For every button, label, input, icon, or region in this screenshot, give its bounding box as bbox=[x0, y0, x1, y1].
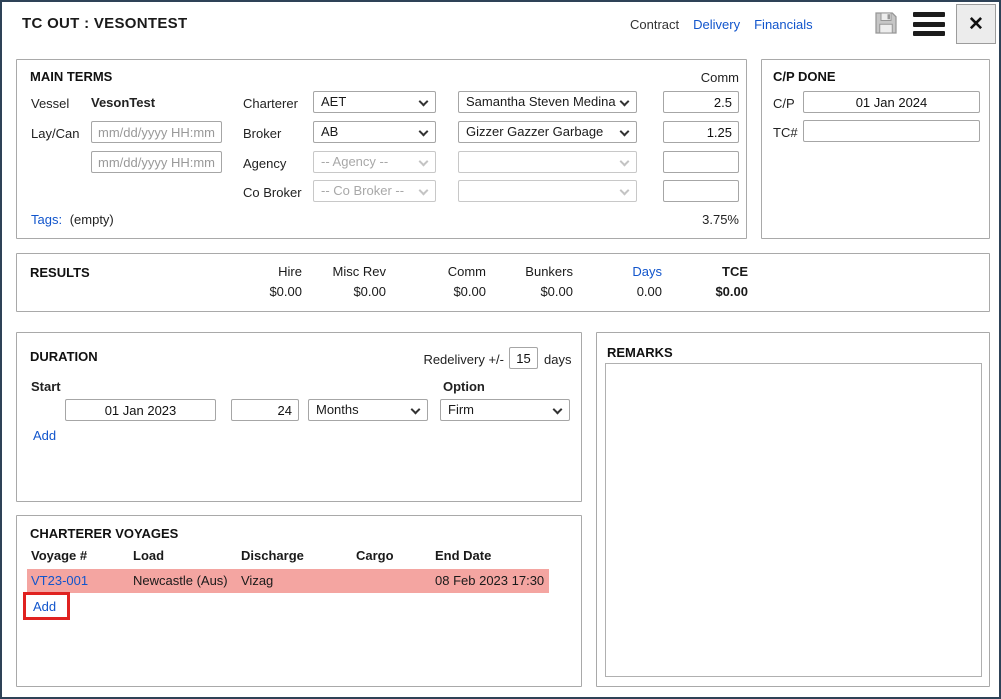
voyage-discharge-cell: Vizag bbox=[241, 569, 273, 593]
days-value: 0.00 bbox=[576, 284, 662, 299]
comm-column-header: Comm bbox=[649, 70, 739, 85]
laycan-from-input[interactable] bbox=[91, 121, 222, 143]
vessel-label: Vessel bbox=[31, 96, 69, 111]
period-unit-select[interactable]: Months bbox=[308, 399, 428, 421]
tags-row: Tags: (empty) bbox=[31, 212, 114, 227]
duration-add-link[interactable]: Add bbox=[33, 428, 56, 443]
start-date-input[interactable] bbox=[65, 399, 216, 421]
option-select[interactable]: Firm bbox=[440, 399, 570, 421]
results-col-tce: TCE $0.00 bbox=[662, 264, 748, 299]
charterer-voyages-title: CHARTERER VOYAGES bbox=[30, 526, 178, 541]
bunkers-value: $0.00 bbox=[487, 284, 573, 299]
option-label: Option bbox=[443, 379, 485, 394]
voyage-number-link[interactable]: VT23-001 bbox=[31, 569, 88, 593]
chevron-down-icon bbox=[620, 97, 630, 107]
chevron-down-icon bbox=[419, 97, 429, 107]
close-icon: ✕ bbox=[968, 13, 984, 36]
menu-button[interactable] bbox=[913, 12, 945, 36]
main-terms-panel: MAIN TERMS Comm Vessel VesonTest Lay/Can… bbox=[16, 59, 747, 239]
total-comm: 3.75% bbox=[649, 212, 739, 227]
tc-out-window: TC OUT : VESONTEST Contract Delivery Fin… bbox=[0, 0, 1001, 699]
voyage-add-link[interactable]: Add bbox=[33, 599, 56, 614]
chevron-down-icon bbox=[553, 405, 563, 415]
broker-comm-input[interactable] bbox=[663, 121, 739, 143]
agency-label: Agency bbox=[243, 156, 286, 171]
main-terms-title: MAIN TERMS bbox=[30, 69, 112, 84]
voyage-end-date-cell: 08 Feb 2023 17:30 bbox=[435, 569, 544, 593]
period-input[interactable] bbox=[231, 399, 299, 421]
vessel-value: VesonTest bbox=[91, 95, 155, 110]
header-icons: ✕ bbox=[870, 4, 996, 44]
charterer-contact-select[interactable]: Samantha Steven Medina bbox=[458, 91, 637, 113]
col-header-end-date: End Date bbox=[435, 548, 491, 563]
page-title: TC OUT : VESONTEST bbox=[22, 15, 187, 32]
tags-value: (empty) bbox=[70, 212, 114, 227]
misc-rev-value: $0.00 bbox=[300, 284, 386, 299]
broker-select[interactable]: AB bbox=[313, 121, 436, 143]
agency-comm-input[interactable] bbox=[663, 151, 739, 173]
results-col-misc-rev: Misc Rev $0.00 bbox=[300, 264, 386, 299]
agency-select[interactable]: -- Agency -- bbox=[313, 151, 436, 173]
charterer-select[interactable]: AET bbox=[313, 91, 436, 113]
laycan-label: Lay/Can bbox=[31, 126, 79, 141]
tab-contract[interactable]: Contract bbox=[630, 17, 679, 32]
broker-contact-select[interactable]: Gizzer Gazzer Garbage bbox=[458, 121, 637, 143]
tc-number-label: TC# bbox=[773, 125, 798, 140]
chevron-down-icon bbox=[419, 127, 429, 137]
cobroker-comm-input[interactable] bbox=[663, 180, 739, 202]
chevron-down-icon bbox=[620, 186, 630, 196]
tce-value: $0.00 bbox=[662, 284, 748, 299]
results-col-comm: Comm $0.00 bbox=[400, 264, 486, 299]
tab-financials[interactable]: Financials bbox=[754, 17, 813, 32]
cobroker-select[interactable]: -- Co Broker -- bbox=[313, 180, 436, 202]
results-col-hire: Hire $0.00 bbox=[216, 264, 302, 299]
charterer-comm-input[interactable] bbox=[663, 91, 739, 113]
col-header-voyage: Voyage # bbox=[31, 548, 87, 563]
broker-label: Broker bbox=[243, 126, 281, 141]
results-col-bunkers: Bunkers $0.00 bbox=[487, 264, 573, 299]
redelivery-input[interactable] bbox=[509, 347, 538, 369]
tab-delivery[interactable]: Delivery bbox=[693, 17, 740, 32]
chevron-down-icon bbox=[419, 186, 429, 196]
charterer-label: Charterer bbox=[243, 96, 298, 111]
redelivery-label: Redelivery +/- bbox=[394, 352, 504, 367]
redelivery-unit-label: days bbox=[544, 352, 571, 367]
cp-done-title: C/P DONE bbox=[773, 69, 836, 84]
results-title: RESULTS bbox=[30, 265, 90, 280]
col-header-discharge: Discharge bbox=[241, 548, 304, 563]
chevron-down-icon bbox=[411, 405, 421, 415]
results-panel: RESULTS Hire $0.00 Misc Rev $0.00 Comm $… bbox=[16, 253, 990, 312]
results-col-days: Days 0.00 bbox=[576, 264, 662, 299]
cp-date-input[interactable] bbox=[803, 91, 980, 113]
chevron-down-icon bbox=[419, 157, 429, 167]
remarks-panel: REMARKS bbox=[596, 332, 990, 687]
duration-title: DURATION bbox=[30, 349, 98, 364]
voyage-load-cell: Newcastle (Aus) bbox=[133, 569, 228, 593]
col-header-load: Load bbox=[133, 548, 164, 563]
charterer-voyages-panel: CHARTERER VOYAGES Voyage # Load Discharg… bbox=[16, 515, 582, 687]
header-nav: Contract Delivery Financials bbox=[630, 17, 813, 32]
save-icon bbox=[871, 8, 901, 41]
remarks-textarea[interactable] bbox=[605, 363, 982, 677]
tags-link[interactable]: Tags: bbox=[31, 212, 62, 227]
days-link[interactable]: Days bbox=[576, 264, 662, 279]
col-header-cargo: Cargo bbox=[356, 548, 394, 563]
agency-contact-select[interactable] bbox=[458, 151, 637, 173]
cp-label: C/P bbox=[773, 96, 795, 111]
close-button[interactable]: ✕ bbox=[956, 4, 996, 44]
start-label: Start bbox=[31, 379, 61, 394]
duration-panel: DURATION Redelivery +/- days Start Optio… bbox=[16, 332, 582, 502]
tc-number-input[interactable] bbox=[803, 120, 980, 142]
hire-value: $0.00 bbox=[216, 284, 302, 299]
chevron-down-icon bbox=[620, 127, 630, 137]
save-button[interactable] bbox=[870, 8, 902, 40]
laycan-to-input[interactable] bbox=[91, 151, 222, 173]
cobroker-contact-select[interactable] bbox=[458, 180, 637, 202]
cp-done-panel: C/P DONE C/P TC# bbox=[761, 59, 990, 239]
comm-value: $0.00 bbox=[400, 284, 486, 299]
cobroker-label: Co Broker bbox=[243, 185, 302, 200]
chevron-down-icon bbox=[620, 157, 630, 167]
remarks-title: REMARKS bbox=[607, 345, 673, 360]
voyage-row[interactable]: VT23-001 Newcastle (Aus) Vizag 08 Feb 20… bbox=[27, 569, 549, 593]
